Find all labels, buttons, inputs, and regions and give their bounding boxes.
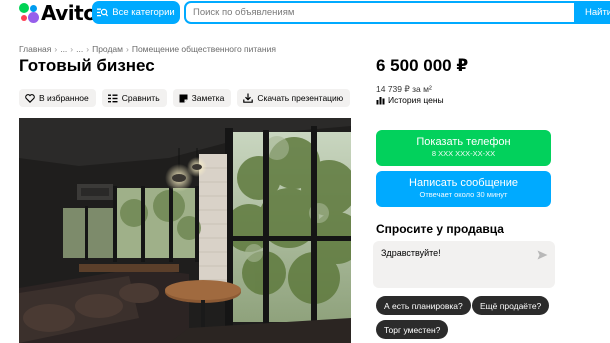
show-phone-label: Показать телефон	[416, 136, 511, 148]
note-label: Заметка	[191, 93, 225, 103]
ask-seller-input[interactable]: Здравствуйте!	[373, 241, 555, 288]
ask-seller-text: Здравствуйте!	[381, 248, 441, 258]
search-box	[184, 1, 576, 24]
breadcrumb-separator: ›	[70, 44, 74, 54]
find-button[interactable]: Найти	[576, 1, 610, 24]
download-presentation-button[interactable]: Скачать презентацию	[237, 89, 351, 107]
breadcrumb-category[interactable]: Помещение общественного питания	[132, 44, 276, 54]
quick-question-still-selling[interactable]: Ещё продаёте?	[472, 296, 550, 315]
phone-mask: 8 XXX XXX-XX-XX	[431, 149, 496, 158]
note-icon	[179, 94, 188, 102]
price-history-label: История цены	[388, 95, 444, 105]
response-time: Отвечает около 30 минут	[419, 190, 508, 199]
breadcrumb-separator: ›	[86, 44, 90, 54]
breadcrumb-collapsed[interactable]: ...	[60, 44, 67, 54]
send-icon[interactable]	[537, 250, 548, 260]
breadcrumb-separator: ›	[126, 44, 129, 54]
listing-photo[interactable]	[19, 118, 351, 343]
categories-search-icon	[97, 8, 109, 17]
show-phone-button[interactable]: Показать телефон 8 XXX XXX-XX-XX	[376, 130, 551, 166]
download-icon	[243, 93, 254, 103]
search-input[interactable]	[193, 3, 563, 22]
all-categories-button[interactable]: Все категории	[92, 1, 180, 24]
listing-title: Готовый бизнес	[19, 56, 155, 75]
breadcrumb-sell[interactable]: Продам	[92, 44, 123, 54]
price-per-m2: 14 739 ₽ за м²	[376, 84, 432, 94]
logo-text: Avito	[41, 1, 97, 25]
breadcrumb-home[interactable]: Главная	[19, 44, 51, 54]
compare-icon	[107, 94, 118, 102]
chart-icon	[376, 96, 385, 104]
compare-button[interactable]: Сравнить	[101, 89, 167, 107]
favorite-button[interactable]: В избранное	[19, 89, 96, 107]
find-button-label: Найти	[585, 7, 610, 18]
download-presentation-label: Скачать презентацию	[257, 93, 344, 103]
write-message-button[interactable]: Написать сообщение Отвечает около 30 мин…	[376, 171, 551, 207]
all-categories-label: Все категории	[112, 7, 175, 18]
listing-actions: В избранное Сравнить Заметка Скачать пре…	[19, 89, 351, 107]
price-history-link[interactable]: История цены	[376, 95, 444, 105]
ask-seller-title: Спросите у продавца	[376, 222, 504, 236]
listing-price: 6 500 000 ₽	[376, 56, 469, 75]
quick-question-layout[interactable]: А есть планировка?	[376, 296, 471, 315]
favorite-label: В избранное	[39, 93, 89, 103]
heart-icon	[25, 93, 35, 103]
quick-question-bargain[interactable]: Торг уместен?	[376, 320, 449, 339]
breadcrumb-separator: ›	[54, 44, 58, 54]
note-button[interactable]: Заметка	[172, 89, 232, 107]
compare-label: Сравнить	[121, 93, 160, 103]
logo-dots-icon	[19, 3, 39, 23]
header: Avito Все категории Найти	[0, 0, 610, 30]
avito-logo[interactable]: Avito	[19, 1, 97, 25]
breadcrumb-collapsed[interactable]: ...	[76, 44, 83, 54]
write-message-label: Написать сообщение	[409, 177, 518, 189]
restaurant-interior-photo	[19, 118, 351, 343]
breadcrumb: Главная › ... › ... › Продам › Помещение…	[19, 44, 276, 54]
